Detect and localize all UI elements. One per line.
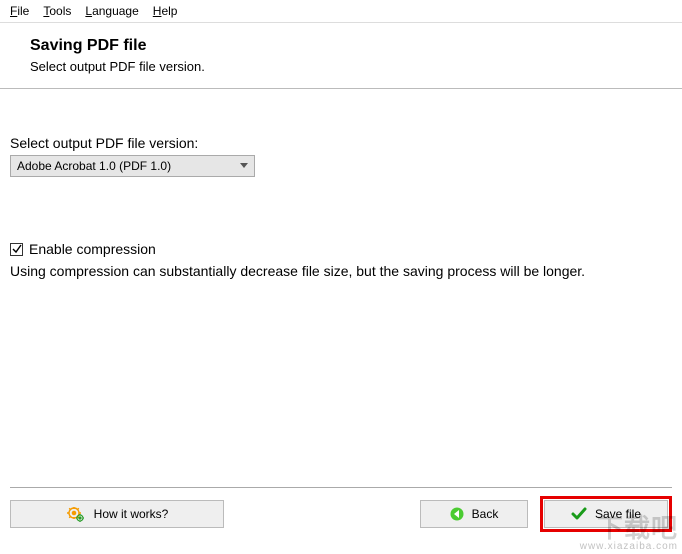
page-subtitle: Select output PDF file version. <box>30 59 672 74</box>
enable-compression-row: Enable compression <box>10 241 672 257</box>
page-header: Saving PDF file Select output PDF file v… <box>0 23 682 88</box>
back-label: Back <box>472 507 499 521</box>
back-button[interactable]: Back <box>420 500 528 528</box>
check-icon <box>12 244 22 254</box>
page-title: Saving PDF file <box>30 37 672 55</box>
save-button-highlight: Save file <box>540 496 672 532</box>
save-file-label: Save file <box>595 507 641 521</box>
menu-language[interactable]: Language <box>85 4 138 18</box>
menu-file[interactable]: File <box>10 4 29 18</box>
checkmark-icon <box>571 507 587 521</box>
pdf-version-value: Adobe Acrobat 1.0 (PDF 1.0) <box>17 159 171 173</box>
pdf-version-select[interactable]: Adobe Acrobat 1.0 (PDF 1.0) <box>10 155 255 177</box>
how-it-works-button[interactable]: How it works? <box>10 500 224 528</box>
menu-tools[interactable]: Tools <box>43 4 71 18</box>
chevron-down-icon <box>240 163 248 169</box>
save-file-button[interactable]: Save file <box>544 500 668 528</box>
footer: How it works? Back Save file <box>0 477 682 554</box>
how-it-works-label: How it works? <box>94 507 169 521</box>
compression-hint: Using compression can substantially decr… <box>10 263 672 279</box>
menubar: File Tools Language Help <box>0 0 682 23</box>
back-arrow-icon <box>450 507 464 521</box>
gear-icon <box>66 506 86 522</box>
enable-compression-checkbox[interactable] <box>10 243 23 256</box>
footer-separator <box>10 487 672 488</box>
menu-help[interactable]: Help <box>153 4 178 18</box>
version-label: Select output PDF file version: <box>10 135 672 151</box>
content-area: Select output PDF file version: Adobe Ac… <box>0 89 682 289</box>
enable-compression-label[interactable]: Enable compression <box>29 241 156 257</box>
